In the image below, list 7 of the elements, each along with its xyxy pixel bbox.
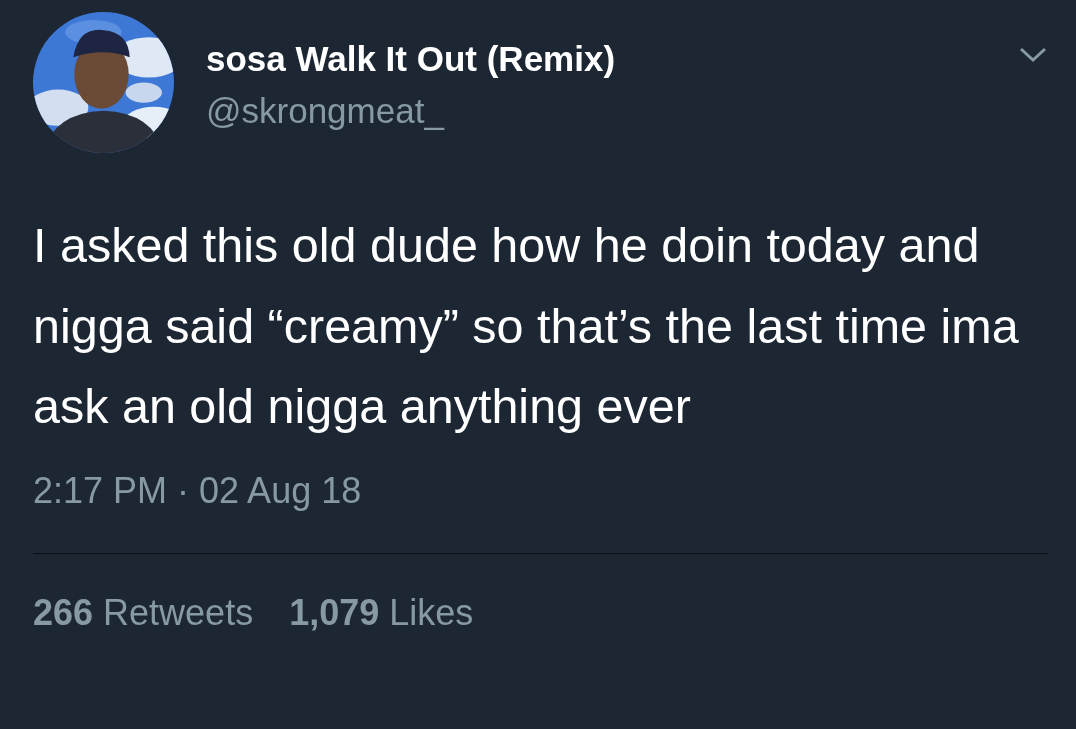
stat-link[interactable]: 1,079 Likes <box>289 590 474 635</box>
chevron-down-icon[interactable] <box>1018 46 1048 64</box>
tweet-timestamp: 2:17 PM · 02 Aug 18 <box>33 468 362 513</box>
tweet-text: I asked this old dude how he doin today and nigga said “creamy” so that’s the last time ima ask an old nigga anything ever <box>33 217 1020 435</box>
stat-link[interactable]: 266 Retweets <box>33 590 254 635</box>
user-handle[interactable]: @skrongmeat_ <box>206 90 444 132</box>
display-name[interactable]: sosa Walk It Out (Remix) <box>206 38 616 80</box>
